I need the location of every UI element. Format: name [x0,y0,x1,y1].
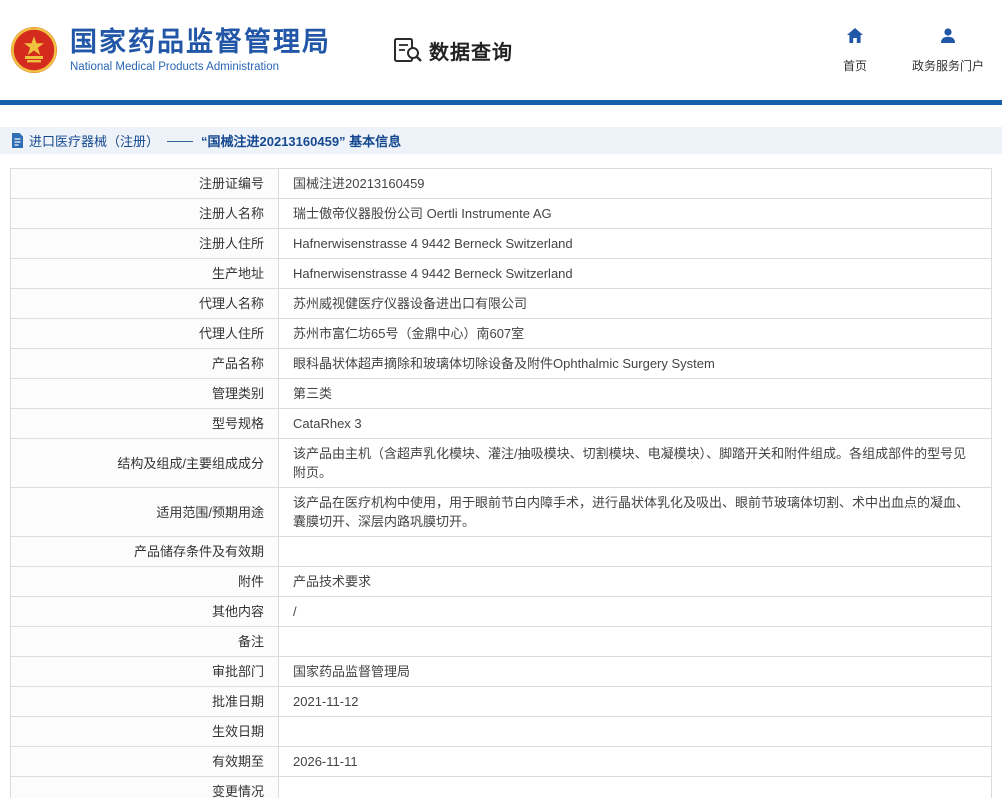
row-value: 国家药品监督管理局 [278,656,992,687]
table-row: 批准日期 2021-11-12 [10,686,992,717]
row-value: 瑞士傲帝仪器股份公司 Oertli Instrumente AG [278,198,992,229]
breadcrumb: 进口医疗器械（注册） —— “国械注进20213160459” 基本信息 [0,127,1002,154]
row-label: 产品名称 [10,348,279,379]
row-value: 2026-11-11 [278,746,992,777]
table-row: 代理人住所 苏州市富仁坊65号（金鼎中心）南607室 [10,318,992,349]
row-value [278,776,992,798]
table-row: 注册人住所 Hafnerwisenstrasse 4 9442 Berneck S… [10,228,992,259]
org-name-en: National Medical Products Administration [70,61,280,74]
table-row: 备注 [10,626,992,657]
breadcrumb-category[interactable]: 进口医疗器械（注册） [29,131,159,150]
row-value: Hafnerwisenstrasse 4 9442 Berneck Switze… [278,258,992,289]
person-icon [939,27,957,50]
row-value: 第三类 [278,378,992,409]
breadcrumb-current: “国械注进20213160459” 基本信息 [201,134,402,149]
row-label: 结构及组成/主要组成成分 [10,438,279,488]
row-label: 有效期至 [10,746,279,777]
row-value: / [278,596,992,627]
registration-info-table-wrap: 注册证编号 国械注进20213160459 注册人名称 瑞士傲帝仪器股份公司 Oert… [10,168,992,798]
row-value [278,716,992,747]
site-header: 国家药品监督管理局 National Medical Products Admi… [0,0,1002,100]
row-value: 苏州市富仁坊65号（金鼎中心）南607室 [278,318,992,349]
table-row: 适用范围/预期用途 该产品在医疗机构中使用，用于眼前节白内障手术，进行晶状体乳化及… [10,487,992,537]
row-value: CataRhex 3 [278,408,992,439]
table-row: 产品名称 眼科晶状体超声摘除和玻璃体切除设备及附件Ophthalmic Surge… [10,348,992,379]
header-nav: 首页 政务服务门户 [832,27,990,74]
table-row: 结构及组成/主要组成成分 该产品由主机（含超声乳化模块、灌注/抽吸模块、切割模块、… [10,438,992,488]
row-label: 生效日期 [10,716,279,747]
table-row: 生产地址 Hafnerwisenstrasse 4 9442 Berneck Sw… [10,258,992,289]
org-name-zh: 国家药品监督管理局 [70,26,331,57]
row-label: 备注 [10,626,279,657]
nav-portal[interactable]: 政务服务门户 [912,27,984,74]
table-row: 代理人名称 苏州威视健医疗仪器设备进出口有限公司 [10,288,992,319]
page: 国家药品监督管理局 National Medical Products Admi… [0,0,1002,798]
row-value: 2021-11-12 [278,686,992,717]
info-table-body: 注册证编号 国械注进20213160459 注册人名称 瑞士傲帝仪器股份公司 Oert… [10,168,992,798]
table-row: 注册人名称 瑞士傲帝仪器股份公司 Oertli Instrumente AG [10,198,992,229]
home-icon [846,27,864,50]
row-label: 其他内容 [10,596,279,627]
org-titles: 国家药品监督管理局 National Medical Products Admi… [70,27,331,73]
row-label: 生产地址 [10,258,279,289]
row-value [278,536,992,567]
table-row: 附件 产品技术要求 [10,566,992,597]
row-label: 注册人名称 [10,198,279,229]
row-value [278,626,992,657]
table-row: 管理类别 第三类 [10,378,992,409]
table-row: 审批部门 国家药品监督管理局 [10,656,992,687]
row-value: 该产品在医疗机构中使用，用于眼前节白内障手术，进行晶状体乳化及吸出、眼前节玻璃体… [278,487,992,537]
row-label: 型号规格 [10,408,279,439]
row-label: 附件 [10,566,279,597]
row-value: 眼科晶状体超声摘除和玻璃体切除设备及附件Ophthalmic Surgery S… [278,348,992,379]
data-query-section: 数据查询 [393,36,513,65]
row-label: 注册人住所 [10,228,279,259]
data-query-title: 数据查询 [429,41,513,64]
row-label: 代理人名称 [10,288,279,319]
row-label: 产品储存条件及有效期 [10,536,279,567]
row-value: 苏州威视健医疗仪器设备进出口有限公司 [278,288,992,319]
row-value: 该产品由主机（含超声乳化模块、灌注/抽吸模块、切割模块、电凝模块）、脚踏开关和附… [278,438,992,488]
row-label: 注册证编号 [10,168,279,199]
table-row: 产品储存条件及有效期 [10,536,992,567]
row-value: Hafnerwisenstrasse 4 9442 Berneck Switze… [278,228,992,259]
row-label: 审批部门 [10,656,279,687]
site-logo[interactable]: 国家药品监督管理局 National Medical Products Admi… [10,26,331,74]
document-icon [10,133,24,148]
row-label: 代理人住所 [10,318,279,349]
row-label: 批准日期 [10,686,279,717]
nav-home-label: 首页 [842,58,867,73]
row-value: 国械注进20213160459 [278,168,992,199]
nav-portal-label: 政务服务门户 [911,58,984,73]
row-label: 管理类别 [10,378,279,409]
table-row: 型号规格 CataRhex 3 [10,408,992,439]
row-label: 适用范围/预期用途 [10,487,279,537]
row-label: 变更情况 [10,776,279,798]
table-row: 注册证编号 国械注进20213160459 [10,168,992,199]
registration-info-table: 注册证编号 国械注进20213160459 注册人名称 瑞士傲帝仪器股份公司 Oert… [10,168,992,798]
table-row: 有效期至 2026-11-11 [10,746,992,777]
breadcrumb-separator: —— [167,133,194,148]
table-row: 生效日期 [10,716,992,747]
table-row: 其他内容 / [10,596,992,627]
nav-home[interactable]: 首页 [832,27,878,74]
data-query-icon [393,37,423,63]
national-emblem-icon [10,26,58,74]
table-row: 变更情况 [10,776,992,798]
header-divider-bar [0,100,1002,105]
row-value: 产品技术要求 [278,566,992,597]
